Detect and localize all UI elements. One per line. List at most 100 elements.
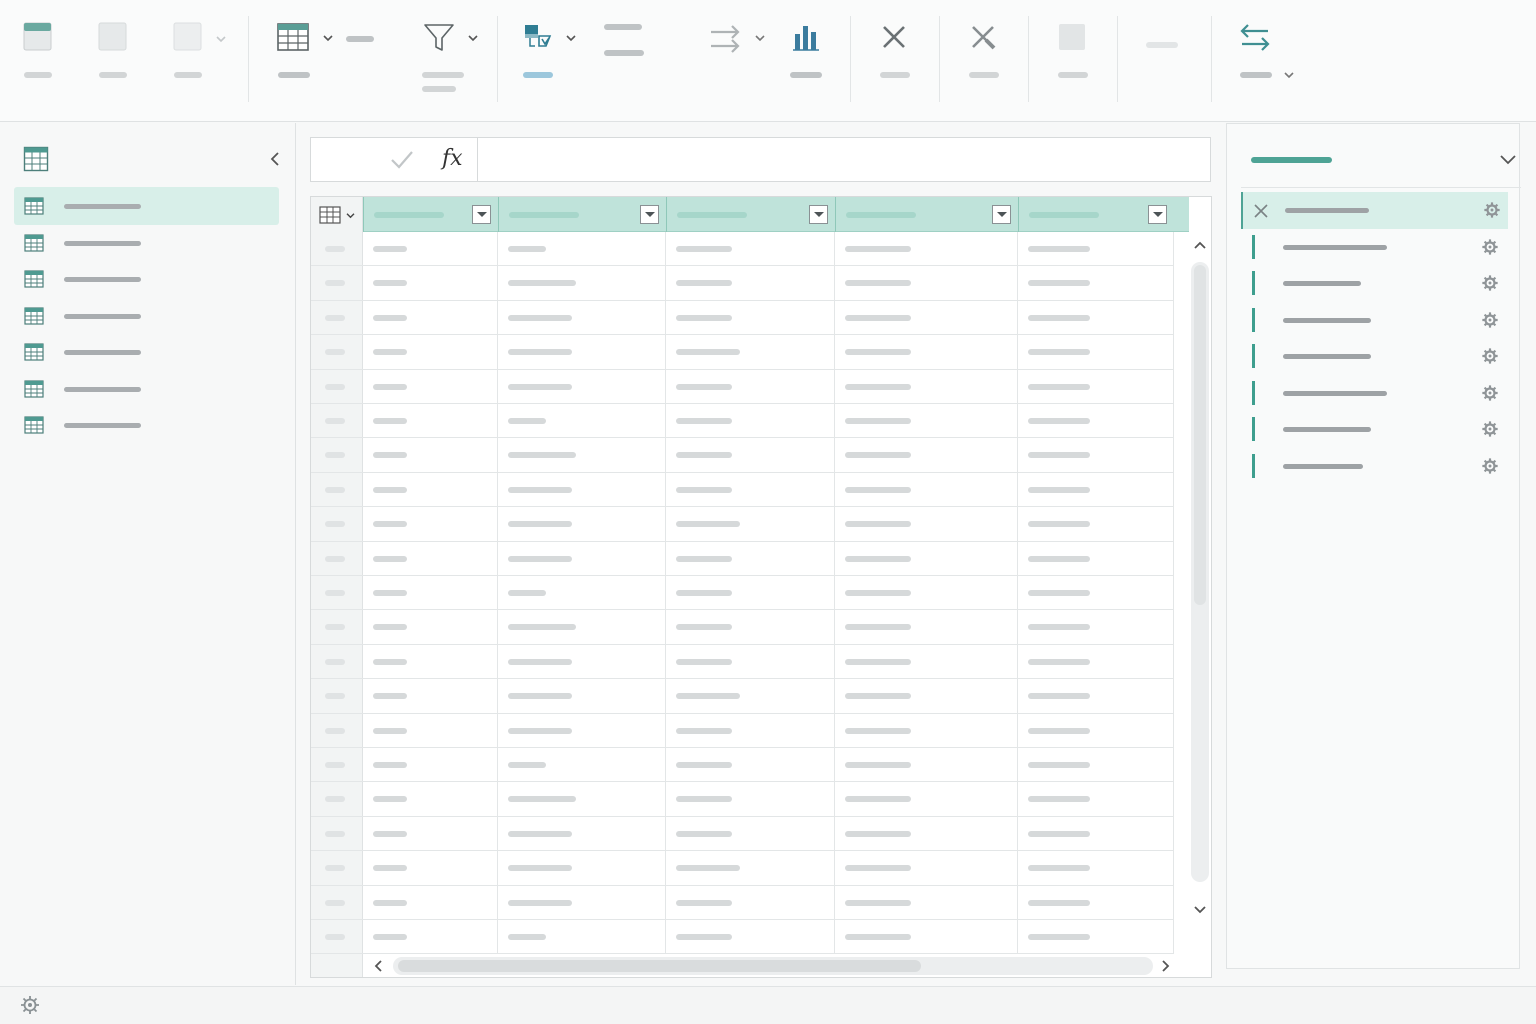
row-header[interactable] xyxy=(311,404,363,438)
blank-button-2[interactable] xyxy=(170,22,230,82)
vertical-scroll-thumb[interactable] xyxy=(1194,265,1206,605)
table-cell[interactable] xyxy=(1018,507,1174,541)
table-row[interactable] xyxy=(311,748,1174,783)
row-header[interactable] xyxy=(311,266,363,300)
row-header[interactable] xyxy=(311,300,363,335)
gear-icon[interactable] xyxy=(1483,201,1501,219)
applied-step-item[interactable] xyxy=(1241,375,1508,412)
table-cell[interactable] xyxy=(363,920,498,954)
row-header[interactable] xyxy=(311,369,363,403)
table-cell[interactable] xyxy=(363,610,498,644)
ribbon-text-item[interactable] xyxy=(604,24,648,64)
table-row[interactable] xyxy=(311,851,1174,886)
table-row[interactable] xyxy=(311,300,1174,336)
table-cell[interactable] xyxy=(363,232,498,266)
applied-step-item[interactable] xyxy=(1241,302,1508,339)
table-cell[interactable] xyxy=(498,266,666,300)
table-row[interactable] xyxy=(311,335,1174,370)
table-cell[interactable] xyxy=(835,541,1018,575)
applied-step-item[interactable] xyxy=(1241,411,1508,448)
table-cell[interactable] xyxy=(1018,266,1174,300)
table-cell[interactable] xyxy=(363,266,498,300)
table-button[interactable] xyxy=(276,22,376,82)
table-cell[interactable] xyxy=(666,782,835,816)
table-cell[interactable] xyxy=(498,438,666,472)
table-cell[interactable] xyxy=(835,748,1018,782)
table-cell[interactable] xyxy=(498,472,666,507)
table-cell[interactable] xyxy=(835,438,1018,472)
gear-icon[interactable] xyxy=(1481,384,1499,402)
blank-button-1[interactable] xyxy=(95,22,131,82)
table-cell[interactable] xyxy=(835,335,1018,369)
table-cell[interactable] xyxy=(835,644,1018,679)
table-cell[interactable] xyxy=(666,541,835,575)
table-cell[interactable] xyxy=(498,576,666,610)
row-header[interactable] xyxy=(311,816,363,851)
table-cell[interactable] xyxy=(363,576,498,610)
table-cell[interactable] xyxy=(1018,404,1174,438)
table-cell[interactable] xyxy=(835,851,1018,885)
remove-columns-button[interactable] xyxy=(965,22,1005,82)
column-filter-button[interactable] xyxy=(640,205,659,224)
table-cell[interactable] xyxy=(835,266,1018,300)
table-cell[interactable] xyxy=(363,644,498,679)
table-cell[interactable] xyxy=(666,885,835,919)
table-cell[interactable] xyxy=(835,885,1018,919)
table-cell[interactable] xyxy=(498,885,666,919)
query-list-item[interactable] xyxy=(14,333,279,371)
table-cell[interactable] xyxy=(835,404,1018,438)
table-cell[interactable] xyxy=(498,679,666,713)
table-cell[interactable] xyxy=(363,713,498,747)
table-cell[interactable] xyxy=(666,232,835,266)
table-cell[interactable] xyxy=(666,816,835,851)
row-header[interactable] xyxy=(311,576,363,610)
table-row[interactable] xyxy=(311,369,1174,404)
row-header[interactable] xyxy=(311,507,363,541)
collapse-pane-icon[interactable] xyxy=(268,151,282,167)
vertical-scroll-track[interactable] xyxy=(1191,262,1209,882)
row-header[interactable] xyxy=(311,541,363,575)
table-cell[interactable] xyxy=(498,782,666,816)
table-cell[interactable] xyxy=(835,576,1018,610)
table-cell[interactable] xyxy=(666,748,835,782)
table-cell[interactable] xyxy=(666,300,835,335)
table-cell[interactable] xyxy=(666,851,835,885)
table-cell[interactable] xyxy=(363,507,498,541)
table-cell[interactable] xyxy=(363,851,498,885)
row-header[interactable] xyxy=(311,472,363,507)
row-header[interactable] xyxy=(311,782,363,816)
table-row[interactable] xyxy=(311,576,1174,611)
column-header[interactable] xyxy=(363,197,498,232)
query-list-item[interactable] xyxy=(14,224,279,262)
disabled-button[interactable] xyxy=(1054,22,1094,82)
table-cell[interactable] xyxy=(1018,438,1174,472)
table-menu-button[interactable] xyxy=(311,197,363,232)
table-cell[interactable] xyxy=(666,610,835,644)
row-header[interactable] xyxy=(311,644,363,679)
table-cell[interactable] xyxy=(1018,748,1174,782)
table-cell[interactable] xyxy=(498,300,666,335)
table-cell[interactable] xyxy=(498,920,666,954)
table-cell[interactable] xyxy=(666,266,835,300)
table-cell[interactable] xyxy=(363,472,498,507)
table-cell[interactable] xyxy=(1018,851,1174,885)
table-cell[interactable] xyxy=(1018,920,1174,954)
gear-icon[interactable] xyxy=(1481,420,1499,438)
table-cell[interactable] xyxy=(363,748,498,782)
table-cell[interactable] xyxy=(363,885,498,919)
table-row[interactable] xyxy=(311,644,1174,680)
row-header[interactable] xyxy=(311,851,363,885)
table-cell[interactable] xyxy=(363,816,498,851)
table-cell[interactable] xyxy=(835,232,1018,266)
transform-button[interactable] xyxy=(706,22,770,72)
row-header[interactable] xyxy=(311,713,363,747)
column-filter-button[interactable] xyxy=(472,205,491,224)
table-cell[interactable] xyxy=(1018,610,1174,644)
table-row[interactable] xyxy=(311,438,1174,473)
swap-button[interactable] xyxy=(1236,22,1300,82)
column-filter-button[interactable] xyxy=(1148,205,1167,224)
table-cell[interactable] xyxy=(835,713,1018,747)
column-filter-button[interactable] xyxy=(809,205,828,224)
table-cell[interactable] xyxy=(1018,679,1174,713)
row-header[interactable] xyxy=(311,335,363,369)
